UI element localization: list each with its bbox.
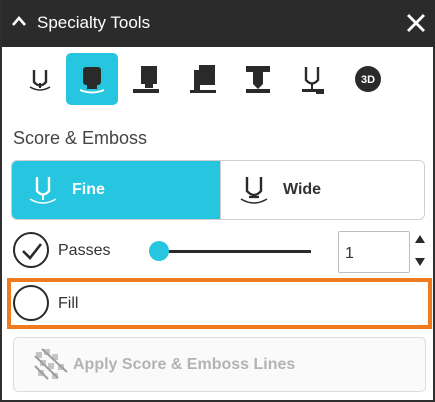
tool-emboss-stylus[interactable]: [287, 53, 339, 105]
fine-label: Fine: [72, 181, 105, 198]
passes-slider-thumb[interactable]: [149, 241, 169, 261]
fill-checkbox[interactable]: [13, 285, 49, 321]
fine-button[interactable]: Fine: [12, 161, 220, 219]
score-tool-icon: [29, 70, 51, 91]
wide-label: Wide: [283, 181, 322, 198]
increment-arrow-icon[interactable]: [414, 234, 426, 244]
tip-size-selector: Fine Wide: [11, 160, 425, 220]
decrement-arrow-icon[interactable]: [414, 257, 426, 267]
specialty-tools-panel: Specialty Tools 3D Score & Emboss Fine W…: [0, 0, 435, 402]
tool-3d[interactable]: 3D: [342, 53, 394, 105]
chevron-up-icon[interactable]: [11, 15, 27, 27]
fine-tip-icon: [29, 177, 57, 204]
title-bar[interactable]: Specialty Tools: [2, 0, 435, 47]
stamp-stack-tool-icon: [190, 65, 216, 93]
stamp-tool-icon: [133, 66, 159, 93]
passes-slider-track[interactable]: [159, 250, 311, 253]
section-title: Score & Emboss: [13, 128, 148, 148]
passes-count-input[interactable]: 1: [338, 231, 410, 273]
tool-score[interactable]: [14, 53, 66, 105]
3d-tool-icon: 3D: [355, 66, 381, 92]
tool-emboss[interactable]: [66, 53, 118, 105]
panel-title: Specialty Tools: [37, 13, 151, 32]
3d-badge-text: 3D: [361, 74, 375, 86]
tool-stamp[interactable]: [120, 53, 172, 105]
apply-lines-icon: [34, 348, 68, 380]
emboss-stylus-tool-icon: [302, 67, 324, 94]
close-icon[interactable]: [404, 11, 428, 35]
emboss-tool-icon: [79, 67, 105, 94]
wide-tip-icon: [240, 177, 268, 204]
wide-button[interactable]: Wide: [220, 161, 424, 219]
passes-label: Passes: [58, 242, 111, 259]
apply-score-emboss-button[interactable]: Apply Score & Emboss Lines: [13, 337, 426, 392]
fill-label: Fill: [58, 295, 79, 312]
punch-tool-icon: [246, 66, 270, 93]
checkmark-icon: [22, 243, 43, 260]
tool-punch[interactable]: [232, 53, 284, 105]
tool-stamp-stack[interactable]: [177, 53, 229, 105]
apply-label: Apply Score & Emboss Lines: [73, 356, 296, 373]
passes-checkbox[interactable]: [13, 232, 49, 268]
